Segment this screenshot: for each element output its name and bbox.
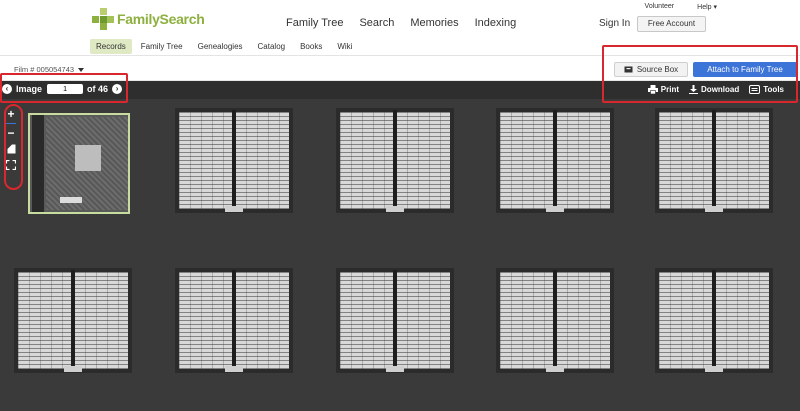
- utility-links: Volunteer Help ▾: [645, 3, 717, 11]
- subnav-wiki[interactable]: Wiki: [331, 39, 358, 54]
- thumbnail-image[interactable]: [175, 108, 293, 213]
- thumbnail-image[interactable]: [496, 108, 614, 213]
- source-box-button[interactable]: Source Box: [614, 62, 688, 77]
- zoom-out-icon[interactable]: −: [4, 125, 18, 141]
- fit-page-icon[interactable]: [4, 141, 18, 157]
- tools-icon: [749, 85, 761, 94]
- download-icon: [689, 85, 699, 94]
- nav-memories[interactable]: Memories: [410, 17, 458, 29]
- subnav-family-tree[interactable]: Family Tree: [135, 39, 189, 54]
- previous-image-icon[interactable]: ‹: [2, 84, 12, 94]
- image-number-input[interactable]: [47, 84, 84, 94]
- image-navigator: ‹ Image of 46 ›: [2, 84, 123, 94]
- printer-icon: [647, 85, 658, 94]
- tools-button[interactable]: Tools: [749, 85, 784, 94]
- tree-logo-icon: [92, 8, 114, 30]
- source-box-label: Source Box: [636, 65, 679, 74]
- free-account-button[interactable]: Free Account: [637, 16, 706, 32]
- main-nav: Family Tree Search Memories Indexing: [286, 17, 516, 29]
- thumbnail-image[interactable]: [496, 268, 614, 373]
- print-button[interactable]: Print: [647, 85, 680, 94]
- subnav-records[interactable]: Records: [90, 39, 132, 54]
- subnav-books[interactable]: Books: [294, 39, 328, 54]
- caret-down-icon: [78, 68, 85, 73]
- image-toolbar: ‹ Image of 46 › Print Download: [0, 81, 800, 99]
- thumbnail-image[interactable]: [655, 268, 773, 373]
- nav-family-tree[interactable]: Family Tree: [286, 17, 343, 29]
- tools-label: Tools: [763, 85, 784, 94]
- thumbnail-image[interactable]: [336, 268, 454, 373]
- print-label: Print: [660, 85, 680, 94]
- volunteer-link[interactable]: Volunteer: [645, 3, 675, 11]
- download-label: Download: [701, 85, 740, 94]
- zoom-in-icon[interactable]: +: [4, 106, 18, 122]
- sub-nav: Records Family Tree Genealogies Catalog …: [0, 38, 800, 56]
- thumbnail-cover-selected[interactable]: [28, 113, 130, 214]
- source-box-icon: [624, 66, 633, 73]
- toolbar-actions: Print Download Tools: [647, 85, 784, 94]
- film-selector[interactable]: Film # 005054743: [14, 65, 85, 74]
- cover-label: [75, 145, 101, 171]
- fullscreen-icon[interactable]: [4, 157, 18, 173]
- download-button[interactable]: Download: [689, 85, 739, 94]
- next-image-icon[interactable]: ›: [112, 84, 123, 94]
- film-number: Film # 005054743: [14, 65, 75, 74]
- subnav-genealogies[interactable]: Genealogies: [192, 39, 249, 54]
- zoom-controls: + −: [4, 106, 18, 194]
- thumbnail-image[interactable]: [175, 268, 293, 373]
- thumbnail-image[interactable]: [336, 108, 454, 213]
- image-label: Image: [16, 84, 43, 94]
- image-total: of 46: [87, 84, 109, 94]
- nav-indexing[interactable]: Indexing: [475, 17, 517, 29]
- subnav-catalog[interactable]: Catalog: [252, 39, 292, 54]
- brand-name: FamilySearch: [117, 11, 205, 27]
- help-link[interactable]: Help ▾: [697, 3, 717, 11]
- nav-search[interactable]: Search: [359, 17, 394, 29]
- site-header: FamilySearch Family Tree Search Memories…: [0, 0, 800, 38]
- attach-to-family-tree-button[interactable]: Attach to Family Tree: [693, 62, 797, 77]
- sign-in-link[interactable]: Sign In: [599, 18, 630, 29]
- thumbnail-image[interactable]: [14, 268, 132, 373]
- familysearch-logo[interactable]: FamilySearch: [92, 6, 205, 32]
- thumbnail-image[interactable]: [655, 108, 773, 213]
